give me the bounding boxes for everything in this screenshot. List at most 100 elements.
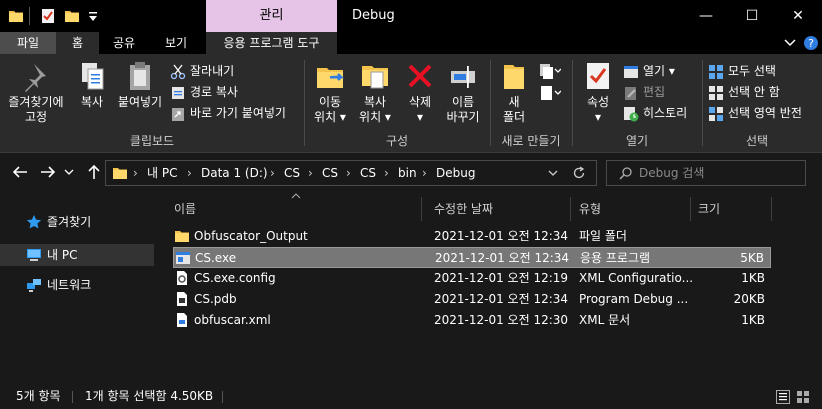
- minimize-button[interactable]: —: [683, 0, 729, 32]
- tab-file[interactable]: 파일: [0, 32, 56, 54]
- file-name: obfuscar.xml: [194, 313, 271, 327]
- invert-selection-button[interactable]: 선택 영역 반전: [708, 103, 802, 123]
- column-header-size[interactable]: 크기: [698, 197, 720, 221]
- tab-application-tools[interactable]: 응용 프로그램 도구: [206, 32, 337, 54]
- select-none-button[interactable]: 선택 안 함: [708, 82, 780, 102]
- scissors-icon: [170, 64, 186, 79]
- breadcrumb-separator[interactable]: ›: [270, 161, 275, 185]
- close-button[interactable]: ✕: [775, 0, 821, 32]
- new-folder-button[interactable]: 새 폴더: [496, 60, 532, 125]
- file-type: Program Debug ...: [579, 292, 689, 306]
- search-input[interactable]: [639, 164, 799, 182]
- tab-view[interactable]: 보기: [149, 32, 203, 54]
- pdb-file-icon: [177, 292, 187, 306]
- copy-to-button[interactable]: 복사 위치 ▾: [352, 60, 398, 125]
- select-all-button[interactable]: 모두 선택: [708, 61, 776, 81]
- search-box[interactable]: [606, 160, 806, 186]
- new-item-icon[interactable]: [539, 62, 561, 80]
- address-bar[interactable]: › 내 PC › Data 1 (D:) › CS › CS › CS › bi…: [105, 160, 597, 186]
- file-row[interactable]: CS.exe.config 2021-12-01 오전 12:19 XML Co…: [173, 268, 771, 289]
- tab-share[interactable]: 공유: [101, 32, 147, 54]
- rename-button[interactable]: 이름 바꾸기: [442, 60, 484, 125]
- details-view-icon[interactable]: [776, 390, 790, 404]
- open-icon: [624, 65, 638, 78]
- forward-button[interactable]: [38, 163, 58, 183]
- properties-quick-icon[interactable]: [40, 8, 56, 24]
- breadcrumb-this-pc[interactable]: 내 PC: [147, 161, 177, 185]
- cut-button[interactable]: 잘라내기: [170, 61, 234, 81]
- pin-to-quick-access-button[interactable]: 즐겨찾기에 고정: [6, 60, 66, 125]
- customize-quick-access-icon[interactable]: [85, 8, 101, 24]
- file-type: 응용 프로그램: [580, 251, 651, 265]
- nav-item-quick-access[interactable]: 즐겨찾기: [0, 211, 154, 233]
- file-row[interactable]: Obfuscator_Output 2021-12-01 오전 12:34 파일…: [173, 226, 771, 247]
- column-header-date[interactable]: 수정한 날짜: [434, 197, 493, 221]
- breadcrumb-separator[interactable]: ›: [308, 161, 313, 185]
- rename-icon: [451, 66, 475, 88]
- refresh-icon[interactable]: [572, 166, 586, 180]
- breadcrumb-separator[interactable]: ›: [384, 161, 389, 185]
- move-to-button[interactable]: 이동 위치 ▾: [308, 60, 352, 125]
- nav-item-network[interactable]: 네트워크: [0, 274, 154, 296]
- file-name: Obfuscator_Output: [194, 229, 308, 243]
- breadcrumb-separator[interactable]: ›: [346, 161, 351, 185]
- column-divider[interactable]: [570, 197, 571, 221]
- history-button[interactable]: 히스토리: [623, 103, 687, 123]
- column-divider[interactable]: [421, 197, 422, 221]
- new-folder-label: 새 폴더: [502, 95, 526, 124]
- open-button[interactable]: 열기 ▾: [623, 61, 675, 81]
- file-name: CS.pdb: [194, 292, 237, 306]
- file-date: 2021-12-01 오전 12:34: [434, 292, 569, 306]
- arrow-left-icon: [12, 166, 27, 178]
- copy-button[interactable]: 복사: [70, 60, 114, 110]
- new-folder-quick-icon[interactable]: [64, 8, 80, 24]
- breadcrumb-drive[interactable]: Data 1 (D:): [201, 161, 268, 185]
- file-date: 2021-12-01 오전 12:30: [434, 313, 569, 327]
- copy-to-icon: [362, 66, 388, 89]
- paste-shortcut-icon: [172, 107, 184, 121]
- properties-button[interactable]: 속성 ▾: [578, 60, 618, 125]
- breadcrumb-separator[interactable]: ›: [133, 161, 138, 185]
- edit-label: 편집: [643, 85, 666, 99]
- large-icons-view-icon[interactable]: [796, 390, 810, 404]
- open-group-label: 열기: [625, 134, 649, 148]
- breadcrumb-folder[interactable]: CS: [284, 161, 300, 185]
- search-icon: [619, 167, 632, 180]
- easy-access-icon[interactable]: [539, 84, 561, 102]
- column-divider[interactable]: [690, 197, 691, 221]
- breadcrumb-folder[interactable]: bin: [398, 161, 417, 185]
- select-none-icon: [709, 85, 723, 100]
- recent-locations-button[interactable]: [62, 163, 76, 183]
- file-row[interactable]: obfuscar.xml 2021-12-01 오전 12:30 XML 문서 …: [173, 310, 771, 331]
- delete-button[interactable]: 삭제 ▾: [400, 60, 440, 125]
- breadcrumb-separator[interactable]: ›: [187, 161, 192, 185]
- manage-tab-header[interactable]: 관리: [206, 0, 337, 32]
- file-row[interactable]: CS.exe 2021-12-01 오전 12:34 응용 프로그램 5KB: [173, 247, 771, 268]
- breadcrumb-current[interactable]: Debug: [436, 161, 475, 185]
- chevron-down-icon[interactable]: [783, 36, 797, 50]
- properties-label: 속성 ▾: [586, 95, 610, 124]
- back-button[interactable]: [10, 163, 30, 183]
- column-header-name[interactable]: 이름: [174, 197, 196, 221]
- chevron-down-icon[interactable]: [547, 167, 559, 179]
- maximize-button[interactable]: ☐: [729, 0, 775, 32]
- edit-button[interactable]: 편집: [623, 82, 665, 102]
- breadcrumb-separator[interactable]: ›: [422, 161, 427, 185]
- file-row[interactable]: CS.pdb 2021-12-01 오전 12:34 Program Debug…: [173, 289, 771, 310]
- help-icon[interactable]: ?: [803, 35, 819, 51]
- up-button[interactable]: [84, 163, 104, 183]
- breadcrumb-folder[interactable]: CS: [322, 161, 338, 185]
- paste-shortcut-button[interactable]: 바로 가기 붙여넣기: [170, 103, 286, 123]
- edit-icon: [625, 86, 636, 100]
- status-divider: [222, 391, 223, 403]
- tab-home[interactable]: 홈: [56, 32, 99, 54]
- breadcrumb-folder[interactable]: CS: [360, 161, 376, 185]
- delete-label: 삭제 ▾: [408, 95, 432, 124]
- new-folder-icon: [504, 65, 524, 89]
- copy-path-button[interactable]: 경로 복사: [170, 82, 238, 102]
- paste-button[interactable]: 붙여넣기: [114, 60, 166, 110]
- column-divider[interactable]: [771, 197, 772, 221]
- nav-item-this-pc[interactable]: 내 PC: [0, 244, 154, 266]
- column-header-type[interactable]: 유형: [579, 197, 601, 221]
- address-row: › 내 PC › Data 1 (D:) › CS › CS › CS › bi…: [0, 153, 822, 193]
